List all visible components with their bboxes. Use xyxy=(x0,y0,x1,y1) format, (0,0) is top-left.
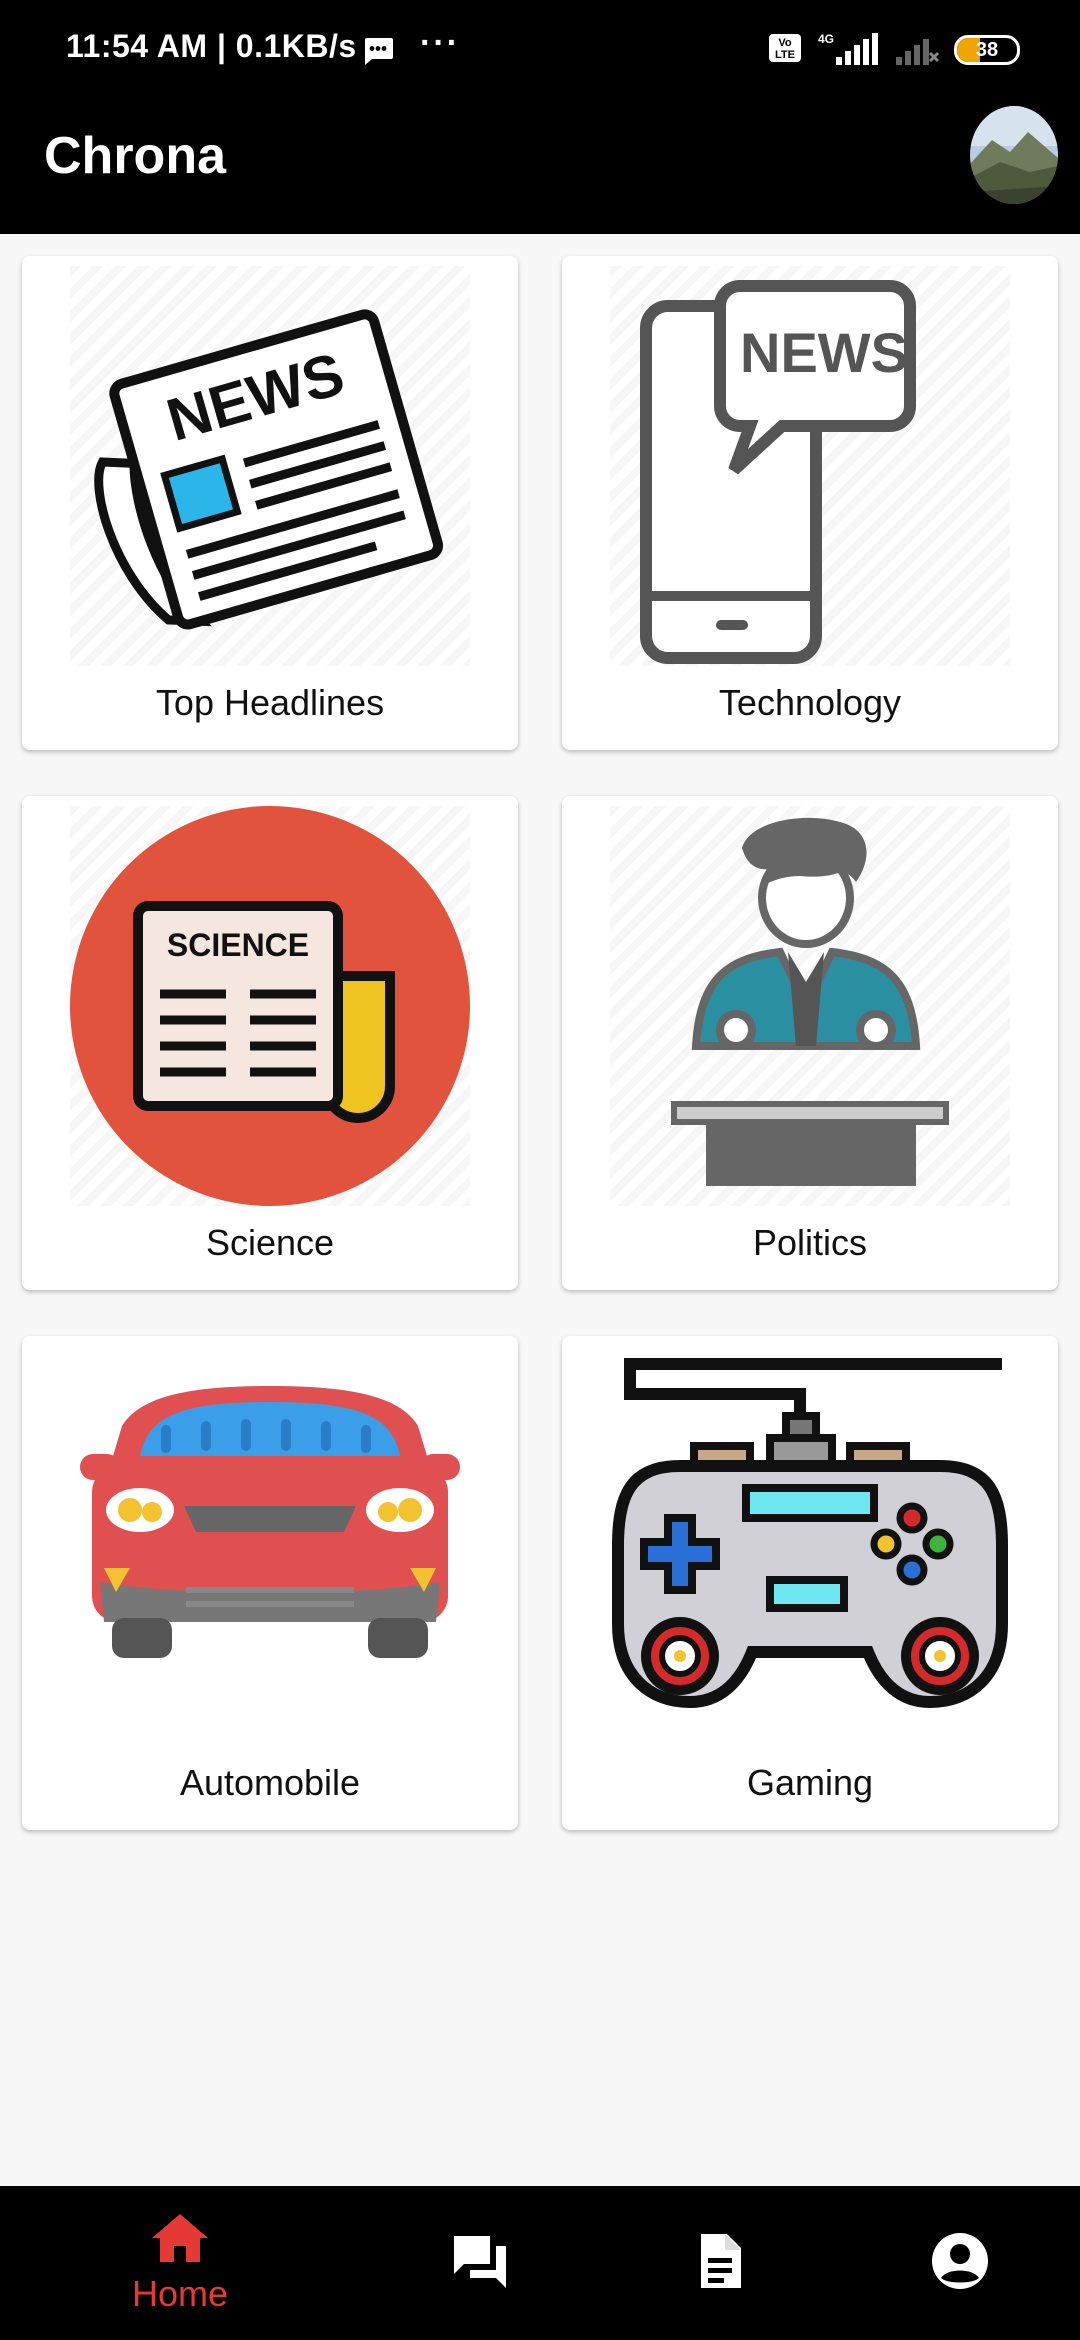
status-indicators: Vo LTE 4G 38 xyxy=(768,30,1020,70)
document-icon xyxy=(697,2232,743,2295)
category-label: Top Headlines xyxy=(155,682,385,723)
science-newspaper-icon: SCIENCE xyxy=(70,806,470,1206)
newspaper-icon: NEWS xyxy=(70,266,470,666)
nav-item-home[interactable]: Home xyxy=(45,2186,315,2340)
gamepad-icon xyxy=(610,1346,1010,1746)
speech-bubble-text: NEWS xyxy=(740,321,908,384)
phone-news-icon: NEWS xyxy=(610,266,1010,666)
category-label: Science xyxy=(205,1222,335,1263)
app-title: Chrona xyxy=(44,127,226,185)
nav-item-label: Home xyxy=(131,2272,229,2314)
avatar[interactable] xyxy=(970,106,1058,204)
nav-item-document[interactable] xyxy=(585,2186,855,2340)
politician-podium-icon xyxy=(610,806,1010,1206)
category-card-science[interactable]: SCIENCE Science xyxy=(22,796,518,1290)
signal-empty-icon xyxy=(894,31,940,70)
svg-text:Vo: Vo xyxy=(778,37,792,49)
battery-level-text: 38 xyxy=(975,39,999,61)
message-notification-icon xyxy=(362,36,394,71)
category-card-top-headlines[interactable]: NEWS Top Headlines xyxy=(22,256,518,750)
account-circle-icon xyxy=(931,2232,989,2295)
signal-4g-icon: 4G xyxy=(816,31,880,70)
nav-item-forum[interactable] xyxy=(345,2186,615,2340)
svg-text:LTE: LTE xyxy=(775,49,795,61)
category-card-politics[interactable]: Politics xyxy=(562,796,1058,1290)
status-time: 11:54 AM | 0.1KB/s xyxy=(66,28,357,64)
category-label: Gaming xyxy=(746,1762,874,1803)
category-label: Automobile xyxy=(179,1762,361,1803)
battery-icon: 38 xyxy=(954,35,1020,65)
category-card-technology[interactable]: NEWS Technology xyxy=(562,256,1058,750)
app-bar: Chrona xyxy=(0,96,1080,234)
category-label: Politics xyxy=(752,1222,868,1263)
home-icon xyxy=(150,2212,210,2269)
forum-icon xyxy=(450,2232,510,2295)
bottom-navigation: Home xyxy=(0,2186,1080,2340)
category-label: Technology xyxy=(718,682,902,723)
car-icon xyxy=(70,1346,470,1746)
svg-text:4G: 4G xyxy=(818,32,834,46)
status-bar: 11:54 AM | 0.1KB/s ··· Vo LTE 4G 38 xyxy=(0,0,1080,96)
nav-item-account[interactable] xyxy=(825,2186,1080,2340)
volte-icon: Vo LTE xyxy=(768,33,802,68)
category-card-automobile[interactable]: Automobile xyxy=(22,1336,518,1830)
category-card-gaming[interactable]: Gaming xyxy=(562,1336,1058,1830)
science-paper-text: SCIENCE xyxy=(167,927,309,963)
more-notifications-icon: ··· xyxy=(420,24,460,62)
